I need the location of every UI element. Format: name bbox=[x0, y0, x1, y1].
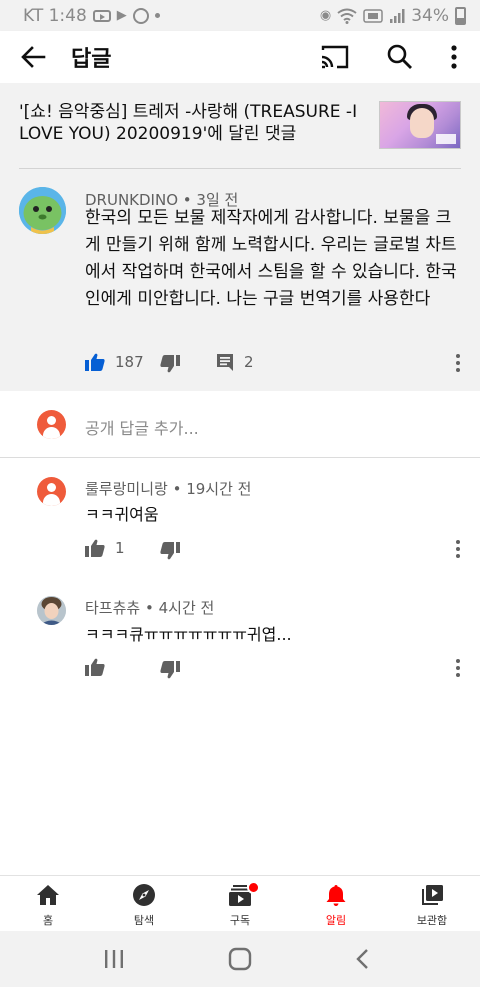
battery-percent: 34% bbox=[411, 5, 449, 26]
library-icon bbox=[422, 885, 443, 905]
battery-icon bbox=[455, 6, 466, 25]
reply-count-button[interactable]: 2 bbox=[216, 353, 254, 371]
recent-apps-icon[interactable] bbox=[100, 947, 128, 971]
volte-icon bbox=[363, 8, 383, 23]
dislike-button[interactable] bbox=[160, 355, 180, 373]
dino-avatar-icon bbox=[19, 187, 66, 234]
avatar[interactable] bbox=[37, 596, 66, 625]
location-icon: ◉ bbox=[319, 8, 332, 23]
main-comment: DRUNKDINO • 3일 전 한국의 모든 보물 제작자에게 감사합니다. … bbox=[0, 169, 480, 391]
profile-photo-icon bbox=[37, 596, 66, 625]
add-reply-row[interactable]: 공개 답글 추가... bbox=[0, 391, 480, 457]
back-arrow-icon[interactable] bbox=[18, 43, 48, 71]
dislike-button[interactable] bbox=[160, 542, 180, 560]
avatar[interactable] bbox=[37, 477, 66, 506]
more-options-icon[interactable] bbox=[440, 43, 468, 71]
thumbs-down-icon bbox=[160, 661, 180, 679]
comment-text: 한국의 모든 보물 제작자에게 감사합니다. 보물을 크게 만들기 위해 함께 … bbox=[85, 208, 457, 309]
thumbs-down-icon bbox=[160, 355, 180, 373]
home-icon bbox=[37, 885, 59, 905]
reply-menu-icon[interactable] bbox=[450, 658, 466, 678]
thumbs-up-icon bbox=[85, 353, 105, 371]
avatar[interactable] bbox=[19, 187, 66, 234]
nav-item-subscriptions[interactable]: 구독 bbox=[192, 876, 288, 932]
system-back-icon[interactable] bbox=[350, 947, 378, 971]
status-bar: KT 1:48 ▶ ◉ 34% bbox=[0, 0, 480, 31]
video-title: '[쇼! 음악중심] 트레저 -사랑해 (TREASURE -I LOVE YO… bbox=[19, 102, 358, 144]
nav-item-notifications[interactable]: 알림 bbox=[288, 876, 384, 932]
reply-time: 19시간 전 bbox=[186, 480, 252, 498]
notification-dot bbox=[247, 881, 260, 894]
like-count: 1 bbox=[115, 539, 125, 557]
like-button[interactable]: 1 bbox=[85, 539, 125, 557]
thumbs-down-icon bbox=[160, 542, 180, 560]
video-header[interactable]: '[쇼! 음악중심] 트레저 -사랑해 (TREASURE -I LOVE YO… bbox=[0, 83, 480, 171]
divider bbox=[0, 457, 480, 458]
reply-count: 2 bbox=[244, 353, 254, 371]
reply-text: ㅋㅋㅋ큐ㅠㅠㅠㅠㅠㅠㅠ귀엽... bbox=[85, 625, 292, 644]
like-button[interactable] bbox=[85, 658, 115, 676]
signal-icon bbox=[390, 8, 405, 23]
bottom-nav: 홈 탐색 구독 알림 보관함 bbox=[0, 875, 480, 931]
like-count: 187 bbox=[115, 353, 144, 371]
reply-author[interactable]: 타프츄츄 bbox=[85, 599, 140, 617]
play-notification-icon: ▶ bbox=[116, 8, 127, 23]
thumbs-up-icon bbox=[85, 539, 105, 557]
reply-meta: 룰루랑미니랑 • 19시간 전 bbox=[85, 480, 252, 498]
wifi-icon bbox=[337, 8, 357, 24]
reply-input[interactable]: 공개 답글 추가... bbox=[85, 415, 199, 439]
dislike-button[interactable] bbox=[160, 661, 180, 679]
nav-item-home[interactable]: 홈 bbox=[0, 876, 96, 932]
thumbs-up-icon bbox=[85, 658, 105, 676]
nav-item-explore[interactable]: 탐색 bbox=[96, 876, 192, 932]
carrier-time: KT 1:48 bbox=[23, 5, 87, 26]
reply-author[interactable]: 룰루랑미니랑 bbox=[85, 480, 168, 498]
user-avatar bbox=[37, 410, 66, 439]
youtube-notification-icon bbox=[92, 9, 111, 22]
notifications-icon bbox=[326, 885, 346, 906]
app-bar: 답글 bbox=[0, 31, 480, 83]
reply-meta: 타프츄츄 • 4시간 전 bbox=[85, 599, 215, 617]
comment-icon bbox=[217, 354, 233, 371]
screen: KT 1:48 ▶ ◉ 34% 답글 '[쇼! 음악중심] 트레저 -사랑해 (… bbox=[0, 0, 480, 987]
page-title: 답글 bbox=[71, 47, 112, 72]
reply-menu-icon[interactable] bbox=[450, 539, 466, 559]
comment-menu-icon[interactable] bbox=[450, 353, 466, 373]
explore-icon bbox=[133, 884, 155, 906]
reply-text: ㅋㅋ귀여움 bbox=[85, 505, 159, 524]
reply-time: 4시간 전 bbox=[158, 599, 215, 617]
app-notification-icon bbox=[132, 7, 149, 24]
nav-item-library[interactable]: 보관함 bbox=[384, 876, 480, 932]
cast-icon[interactable] bbox=[319, 43, 351, 71]
like-button[interactable]: 187 bbox=[85, 353, 144, 371]
more-notifications-icon bbox=[154, 13, 160, 18]
search-icon[interactable] bbox=[386, 43, 414, 71]
home-button-icon[interactable] bbox=[226, 947, 254, 971]
video-thumbnail[interactable] bbox=[379, 101, 461, 149]
system-nav-bar bbox=[0, 931, 480, 987]
